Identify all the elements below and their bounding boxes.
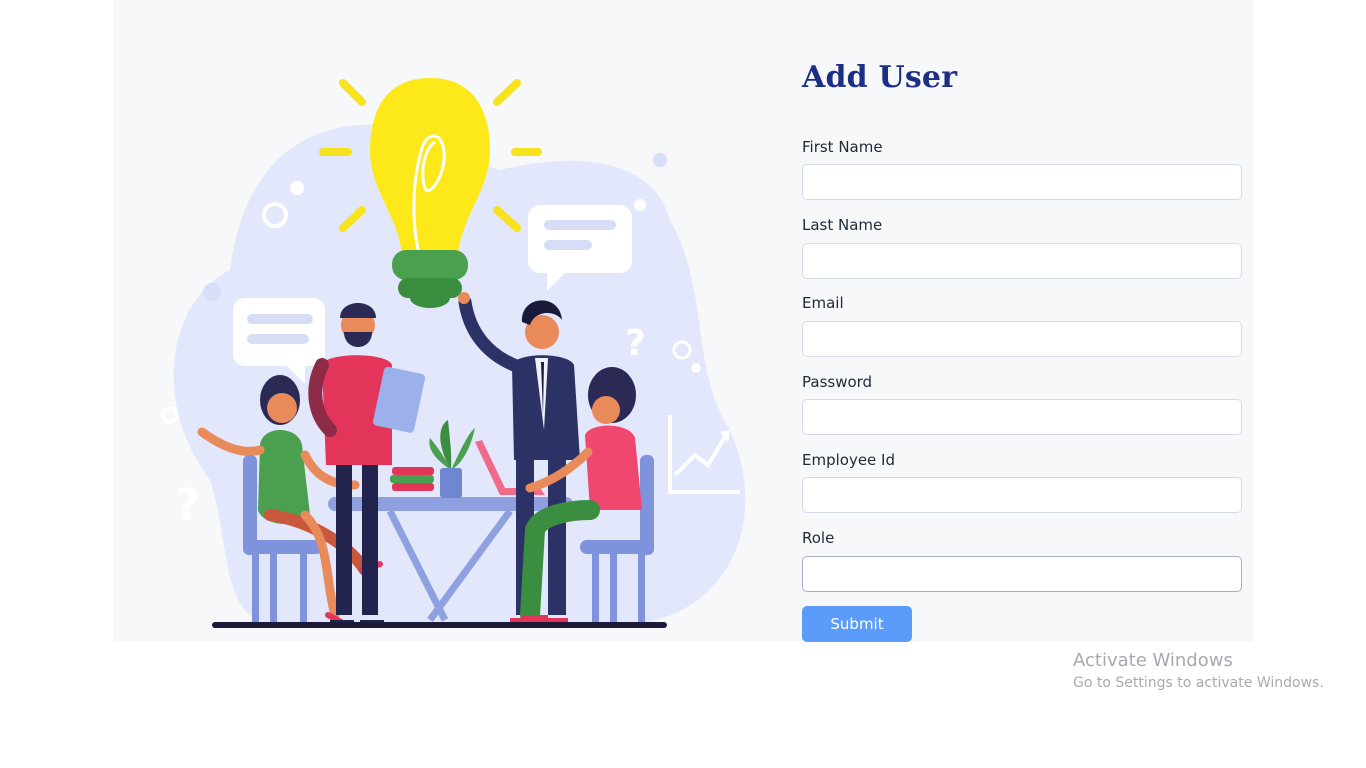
- role-label: Role: [802, 529, 835, 547]
- employee-id-label: Employee Id: [802, 451, 896, 469]
- activate-windows-watermark: Activate Windows Go to Settings to activ…: [1073, 650, 1324, 691]
- email-input[interactable]: [802, 321, 1242, 357]
- first-name-input[interactable]: [802, 164, 1242, 200]
- watermark-title: Activate Windows: [1073, 650, 1233, 671]
- form-title: Add User: [802, 60, 958, 95]
- team-brainstorm-illustration: ? ?: [161, 78, 746, 628]
- password-input[interactable]: [802, 399, 1242, 435]
- email-label: Email: [802, 294, 844, 312]
- svg-text:?: ?: [625, 323, 646, 364]
- svg-text:?: ?: [175, 480, 201, 531]
- watermark-subtitle: Go to Settings to activate Windows.: [1073, 675, 1324, 691]
- password-label: Password: [802, 373, 873, 391]
- first-name-label: First Name: [802, 138, 883, 156]
- submit-button[interactable]: Submit: [802, 606, 912, 642]
- employee-id-input[interactable]: [802, 477, 1242, 513]
- role-input[interactable]: [802, 556, 1242, 592]
- last-name-label: Last Name: [802, 216, 883, 234]
- last-name-input[interactable]: [802, 243, 1242, 279]
